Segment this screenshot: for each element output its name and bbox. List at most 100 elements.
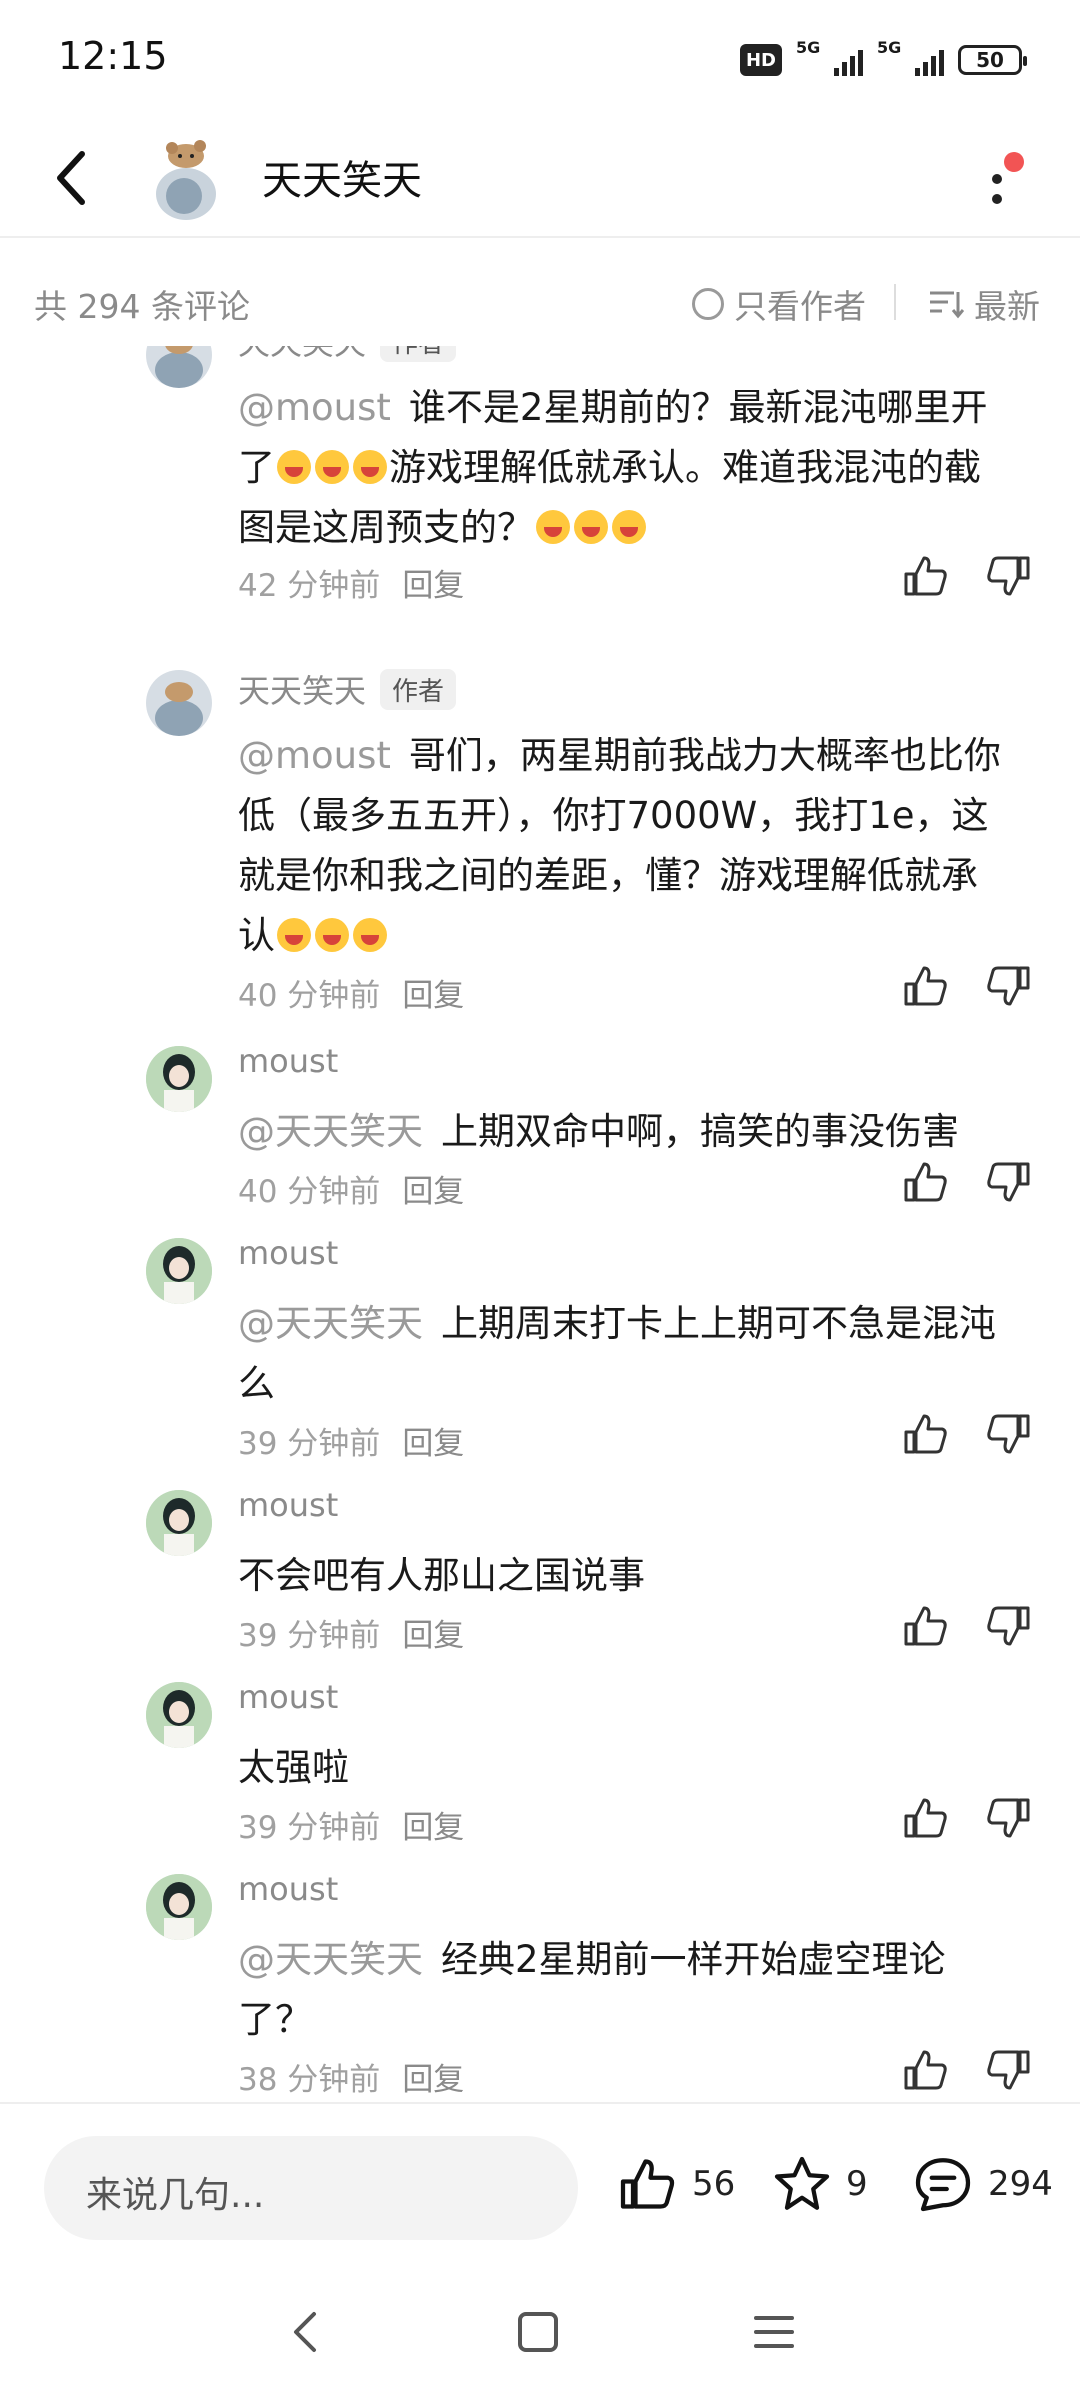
comment-action[interactable]: 294	[912, 2154, 1053, 2214]
nav-home-icon	[518, 2312, 558, 2352]
reply-button[interactable]: 回复	[402, 1166, 464, 1211]
nav-menu-button[interactable]	[744, 2302, 804, 2362]
thumbs-down-icon[interactable]	[984, 1158, 1032, 1206]
author-avatar[interactable]	[146, 1238, 212, 1304]
comment-author[interactable]: 天天笑天 作者	[238, 346, 457, 364]
thumbs-up-icon[interactable]	[902, 1158, 950, 1206]
network-label-2: 5G	[877, 38, 902, 57]
header-avatar[interactable]	[150, 130, 226, 226]
thumbs-up-icon[interactable]	[902, 962, 950, 1010]
mention[interactable]: @天天笑天	[238, 1110, 423, 1153]
comment-author[interactable]: 天天笑天 作者	[238, 666, 457, 712]
reply-button[interactable]: 回复	[402, 1610, 464, 1655]
reply-button[interactable]: 回复	[402, 1418, 464, 1463]
mention[interactable]: @moust	[238, 386, 391, 429]
reply-button[interactable]: 回复	[402, 1802, 464, 1847]
thumbs-up-icon[interactable]	[902, 2046, 950, 2094]
thumbs-up-icon[interactable]	[902, 1602, 950, 1650]
comment-author[interactable]: moust	[238, 1870, 338, 1908]
laughing-emoji-icon	[353, 450, 387, 484]
reply-button[interactable]: 回复	[402, 560, 464, 605]
page-title: 天天笑天	[262, 158, 422, 204]
comment-text: @moust 谁不是2星期前的？最新混沌哪里开 了游戏理解低就承认。难道我混沌的截…	[238, 386, 988, 549]
comment-time: 39 分钟前	[238, 1618, 381, 1654]
like-action[interactable]: 56	[618, 2154, 735, 2214]
chevron-left-icon	[57, 151, 85, 205]
comment-text: @天天笑天 上期双命中啊，搞笑的事没伤害	[238, 1110, 959, 1153]
comment-meta: 40 分钟前 回复	[238, 970, 464, 1015]
comment-text: @天天笑天 上期周末打卡上上期可不急是混沌 么	[238, 1302, 996, 1405]
comment-text: @天天笑天 经典2星期前一样开始虚空理论 了？	[238, 1938, 946, 2041]
comment-bubble-icon	[915, 2158, 971, 2212]
author-avatar[interactable]	[146, 1682, 212, 1748]
divider	[894, 284, 896, 320]
signal-icon-1: 5G	[796, 38, 863, 76]
battery-icon: 50	[958, 45, 1027, 75]
comment-input[interactable]: 来说几句...	[44, 2136, 578, 2240]
author-name: moust	[238, 1678, 339, 1716]
comment-item: 天天笑天 作者 @moust谁不是2星期前的？最新混沌哪里开 了游戏理解低就承认…	[0, 346, 1080, 612]
comment-text: 太强啦	[238, 1746, 349, 1789]
back-button[interactable]	[52, 146, 92, 210]
comment-toolbar: 共 294 条评论 只看作者 最新	[0, 258, 1080, 346]
thumbs-down-icon[interactable]	[984, 2046, 1032, 2094]
only-author-toggle[interactable]: 只看作者	[692, 280, 866, 328]
star-icon	[774, 2156, 830, 2210]
thumbs-up-icon[interactable]	[902, 552, 950, 600]
favorite-action[interactable]: 9	[772, 2154, 868, 2214]
bottom-action-bar: 来说几句... 56 9 294	[0, 2102, 1080, 2268]
author-avatar[interactable]	[146, 1874, 212, 1940]
battery-level: 50	[976, 48, 1004, 72]
comment-author[interactable]: moust	[238, 1678, 338, 1716]
notification-dot	[1004, 152, 1024, 172]
author-avatar[interactable]	[146, 346, 212, 388]
author-name: moust	[238, 1234, 339, 1272]
nav-home-button[interactable]	[508, 2302, 568, 2362]
comment-count-badge: 294	[988, 2164, 1053, 2204]
comment-author[interactable]: moust	[238, 1234, 338, 1272]
comment-meta: 39 分钟前 回复	[238, 1418, 464, 1463]
author-avatar[interactable]	[146, 1490, 212, 1556]
author-name: moust	[238, 1486, 339, 1524]
nav-menu-icon	[754, 2316, 794, 2348]
comment-author[interactable]: moust	[238, 1042, 338, 1080]
comment-item: moust @天天笑天 上期周末打卡上上期可不急是混沌 么 39 分钟前 回复	[0, 1228, 1080, 1468]
status-icons: HD 5G 5G 50	[739, 38, 1027, 80]
more-button[interactable]	[968, 144, 1028, 214]
comment-meta: 38 分钟前 回复	[238, 2054, 464, 2099]
laughing-emoji-icon	[277, 450, 311, 484]
thumbs-down-icon[interactable]	[984, 1410, 1032, 1458]
comment-time: 39 分钟前	[238, 1810, 381, 1846]
system-nav-bar	[0, 2268, 1080, 2400]
network-label-1: 5G	[796, 38, 821, 57]
comment-count: 共 294 条评论	[34, 287, 250, 326]
thumbs-up-icon[interactable]	[902, 1794, 950, 1842]
author-name: 天天笑天	[238, 346, 366, 364]
comment-time: 39 分钟前	[238, 1426, 381, 1462]
comment-item: moust @天天笑天 经典2星期前一样开始虚空理论 了？ 38 分钟前 回复	[0, 1864, 1080, 2102]
mention[interactable]: @天天笑天	[238, 1938, 423, 1981]
thumbs-up-icon[interactable]	[902, 1410, 950, 1458]
comment-time: 40 分钟前	[238, 978, 381, 1014]
mention[interactable]: @天天笑天	[238, 1302, 423, 1345]
thumbs-down-icon[interactable]	[984, 1794, 1032, 1842]
radio-circle-icon	[692, 288, 724, 320]
comment-time: 42 分钟前	[238, 568, 381, 604]
sort-button[interactable]: 最新	[928, 280, 1040, 328]
reply-button[interactable]: 回复	[402, 2054, 464, 2099]
laughing-emoji-icon	[315, 918, 349, 952]
mention[interactable]: @moust	[238, 734, 391, 777]
thumbs-down-icon[interactable]	[984, 1602, 1032, 1650]
laughing-emoji-icon	[277, 918, 311, 952]
thumbs-down-icon[interactable]	[984, 552, 1032, 600]
comment-meta: 39 分钟前 回复	[238, 1610, 464, 1655]
comment-author[interactable]: moust	[238, 1486, 338, 1524]
reply-button[interactable]: 回复	[402, 970, 464, 1015]
author-tag: 作者	[380, 346, 457, 362]
author-avatar[interactable]	[146, 670, 212, 736]
author-avatar[interactable]	[146, 1046, 212, 1112]
thumbs-down-icon[interactable]	[984, 962, 1032, 1010]
nav-back-button[interactable]	[276, 2302, 336, 2362]
comment-item: moust @天天笑天 上期双命中啊，搞笑的事没伤害 40 分钟前 回复	[0, 1036, 1080, 1216]
laughing-emoji-icon	[612, 510, 646, 544]
